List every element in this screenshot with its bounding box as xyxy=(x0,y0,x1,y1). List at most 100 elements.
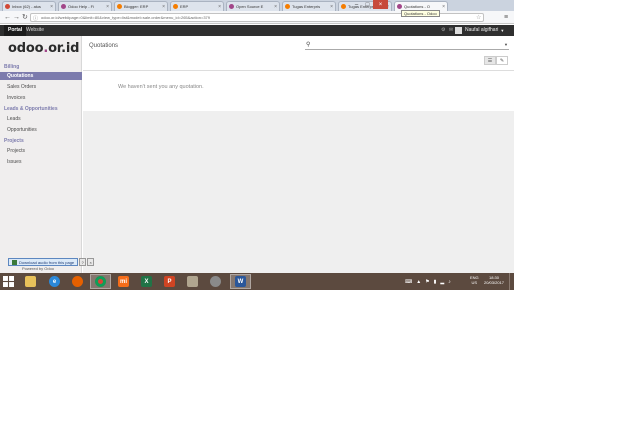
mi-icon: mi xyxy=(118,276,129,287)
logo-text: odoo xyxy=(8,41,44,56)
close-icon[interactable]: × xyxy=(442,4,445,10)
windows-taskbar: e mi X P W ⌨ ▲ ⚑ ▮ ▂ ♪ ENG US 18:30 20/0… xyxy=(0,273,514,290)
tray-expand-icon[interactable]: ▲ xyxy=(416,279,421,285)
keyboard-icon[interactable]: ⌨ xyxy=(405,279,412,285)
browser-tab-title: Tugas Enterpris xyxy=(292,4,321,9)
browser-tab[interactable]: Inbox (62) - alus × xyxy=(2,1,56,11)
chevron-down-icon: ▼ xyxy=(500,28,505,33)
language-indicator[interactable]: ENG US xyxy=(470,275,479,285)
maximize-icon[interactable]: □ xyxy=(362,0,373,9)
clock[interactable]: 18:30 20/03/2017 xyxy=(484,275,504,285)
file-explorer-icon xyxy=(25,276,36,287)
sidebar-item-invoices[interactable]: Invoices xyxy=(0,94,82,102)
blogger-icon xyxy=(285,4,290,9)
user-name: Naufal algifhari xyxy=(465,27,499,33)
browser-tab[interactable]: Blogger: ERP × xyxy=(114,1,168,11)
taskbar-app[interactable]: e xyxy=(44,274,65,289)
browser-tab[interactable]: ERP × xyxy=(170,1,224,11)
sidebar-item-leads[interactable]: Leads xyxy=(0,115,82,123)
sidebar-item-opportunities[interactable]: Opportunities xyxy=(0,126,82,134)
firefox-icon xyxy=(72,276,83,287)
taskbar-app[interactable]: mi xyxy=(113,274,134,289)
close-icon[interactable]: × xyxy=(87,258,95,266)
close-icon[interactable]: × xyxy=(50,4,53,10)
settings-app-icon xyxy=(210,276,221,287)
download-audio-bar: Download audio from this page ? × xyxy=(8,258,95,266)
gmail-icon xyxy=(5,4,10,9)
clock-date: 20/03/2017 xyxy=(484,280,505,285)
page-title: Quotations xyxy=(89,43,119,49)
sidebar-item-sales-orders[interactable]: Sales Orders xyxy=(0,83,82,91)
reload-icon[interactable]: ↻ xyxy=(22,14,28,21)
search-input[interactable]: ⚲ ▼ xyxy=(305,41,509,50)
list-view-icon[interactable]: ☰ xyxy=(484,56,496,65)
browser-tab-title: Inbox (62) - alus xyxy=(12,4,41,9)
excel-icon: X xyxy=(141,276,152,287)
network-icon[interactable]: ▂ xyxy=(440,279,444,285)
browser-tab[interactable]: Open Source E × xyxy=(226,1,280,11)
form-view-icon[interactable]: ✎ xyxy=(496,56,508,65)
flag-icon[interactable]: ⚑ xyxy=(425,279,429,285)
browser-tab-title: Quotations - O xyxy=(404,4,431,9)
list-area: We haven't sent you any quotation. xyxy=(83,71,514,111)
browser-tab[interactable]: Tugas Enterpris × xyxy=(282,1,336,11)
taskbar-app[interactable]: X xyxy=(136,274,157,289)
back-icon[interactable]: ← xyxy=(4,14,11,21)
taskbar-app-active[interactable]: W xyxy=(230,274,251,289)
close-icon[interactable]: × xyxy=(106,4,109,10)
avatar xyxy=(455,27,462,34)
powerpoint-icon: P xyxy=(164,276,175,287)
browser-tab-title: Open Source E xyxy=(236,4,264,9)
main-content: Quotations ⚲ ▼ ☰ ✎ We haven't sent you a… xyxy=(83,36,514,273)
odoo-icon xyxy=(397,4,402,9)
odoo-icon xyxy=(229,4,234,9)
taskbar-app[interactable] xyxy=(67,274,88,289)
close-icon[interactable]: × xyxy=(330,4,333,10)
company-logo[interactable]: odoo.or.id xyxy=(8,41,79,56)
taskbar-app[interactable]: P xyxy=(159,274,180,289)
taskbar-app[interactable] xyxy=(205,274,226,289)
blogger-icon xyxy=(117,4,122,9)
section-billing: Billing xyxy=(4,64,20,70)
sidebar-item-quotations[interactable]: Quotations xyxy=(0,72,82,80)
tab-tooltip: Quotations - Odoo xyxy=(401,10,440,17)
view-switcher: ☰ ✎ xyxy=(484,56,508,65)
search-icon: ⚲ xyxy=(306,42,311,48)
browser-menu-icon[interactable]: ≡ xyxy=(504,14,508,21)
chat-icon[interactable]: ⚙ xyxy=(441,27,445,33)
system-tray: ⌨ ▲ ⚑ ▮ ▂ ♪ xyxy=(405,275,455,288)
close-icon[interactable]: × xyxy=(218,4,221,10)
forward-icon[interactable]: → xyxy=(13,14,20,21)
top-icons: ⚙ ✉ xyxy=(441,27,453,33)
section-leads-opportunities: Leads & Opportunities xyxy=(4,106,58,112)
user-menu[interactable]: Naufal algifhari ▼ xyxy=(455,25,504,36)
tool-icon xyxy=(187,276,198,287)
powered-by-link[interactable]: Powered by Odoo xyxy=(22,266,54,271)
browser-tab[interactable]: Odoo Help - Fi × xyxy=(58,1,112,11)
top-menu-website[interactable]: Website xyxy=(22,25,48,36)
download-audio-button[interactable]: Download audio from this page xyxy=(8,258,79,266)
help-icon[interactable]: ? xyxy=(79,258,87,266)
sidebar-item-issues[interactable]: Issues xyxy=(0,158,82,166)
taskbar-app-active[interactable] xyxy=(90,274,111,289)
bookmark-star-icon[interactable]: ☆ xyxy=(476,14,481,21)
window-close-icon[interactable]: × xyxy=(373,0,388,9)
volume-icon[interactable]: ♪ xyxy=(448,279,451,285)
show-desktop-button[interactable] xyxy=(509,273,514,290)
browser-tab-title: Odoo Help - Fi xyxy=(68,4,95,9)
page-info-icon[interactable]: ⓘ xyxy=(33,15,38,22)
sidebar: odoo.or.id Billing Quotations Sales Orde… xyxy=(0,36,82,273)
search-options-chevron-icon[interactable]: ▼ xyxy=(504,42,508,47)
word-icon: W xyxy=(235,276,246,287)
close-icon[interactable]: × xyxy=(162,4,165,10)
sidebar-item-projects[interactable]: Projects xyxy=(0,147,82,155)
messaging-icon[interactable]: ✉ xyxy=(449,27,453,33)
odoo-top-bar: Portal Website ⚙ ✉ Naufal algifhari ▼ xyxy=(0,25,514,36)
close-icon[interactable]: × xyxy=(274,4,277,10)
taskbar-app[interactable] xyxy=(182,274,203,289)
windows-start-icon[interactable] xyxy=(3,276,14,287)
minimize-icon[interactable]: – xyxy=(351,0,362,9)
taskbar-app[interactable] xyxy=(20,274,41,289)
browser-tab-title: Blogger: ERP xyxy=(124,4,149,9)
battery-icon[interactable]: ▮ xyxy=(434,279,437,285)
